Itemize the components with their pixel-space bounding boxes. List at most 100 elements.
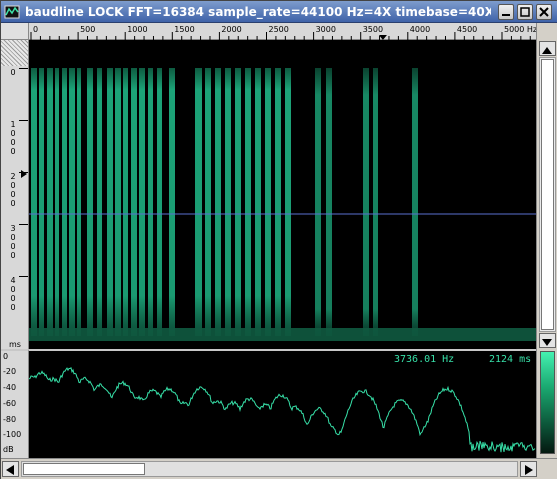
ruler-corner-right — [536, 23, 557, 40]
scroll-up-button[interactable] — [539, 41, 556, 56]
maximize-icon — [520, 7, 530, 17]
frequency-label: 2500 — [268, 25, 289, 34]
color-gradient — [540, 351, 555, 454]
db-label: dB — [3, 445, 14, 454]
spectrogram-band — [195, 68, 202, 336]
time-tick — [19, 172, 28, 173]
frequency-label: 2000 — [221, 25, 242, 34]
spectrogram-band — [62, 68, 67, 336]
spectrogram-band — [97, 68, 102, 336]
time-tick — [19, 276, 28, 277]
spectrogram-canvas — [29, 68, 536, 341]
spectrogram-band — [131, 68, 137, 336]
db-label: -100 — [3, 430, 22, 439]
spectrum-graph[interactable]: 3736.01 Hz 2124 ms — [29, 349, 536, 458]
frequency-label: 1000 — [127, 25, 148, 34]
scroll-left-button[interactable] — [2, 461, 19, 477]
time-readout: 2124 ms — [489, 354, 532, 365]
frequency-readout: 3736.01 Hz — [394, 354, 455, 365]
time-ruler[interactable]: ms 0 1000 2000 3000 4000 — [1, 66, 29, 349]
ruler-corner — [1, 23, 29, 40]
spectrogram-band — [169, 68, 175, 336]
spectrogram-band — [215, 68, 221, 336]
spectrogram-band — [148, 68, 153, 336]
db-label: 0 — [3, 352, 9, 361]
spectrogram-band — [235, 68, 241, 336]
spectrogram-band — [107, 68, 113, 336]
spectrogram-band — [69, 68, 75, 336]
time-label: 3000 — [10, 224, 16, 260]
spectrogram-noise-floor — [29, 328, 536, 341]
frequency-label: 1500 — [174, 25, 195, 34]
spectrogram-band — [55, 68, 59, 336]
time-tick — [19, 224, 28, 225]
frequency-label: 0 — [33, 25, 39, 34]
minimize-icon — [502, 14, 510, 16]
vertical-scroll-track[interactable] — [539, 57, 556, 332]
spectrogram-band — [123, 68, 128, 336]
spectrogram-band — [373, 68, 378, 336]
spectrogram-band — [326, 68, 332, 336]
frequency-label: 3500 — [362, 25, 384, 34]
frequency-label: 5000 Hz — [504, 25, 538, 34]
vertical-scrollbar[interactable] — [536, 40, 557, 349]
spectrogram-band — [115, 68, 121, 336]
frequency-label: 3000 — [315, 25, 336, 34]
arrow-right-icon — [525, 465, 533, 475]
time-tick — [19, 68, 28, 69]
close-button[interactable] — [536, 4, 552, 20]
hatched-margin — [1, 40, 29, 66]
spectrogram-band — [31, 68, 37, 336]
baudline-app-icon[interactable] — [4, 4, 20, 20]
horizontal-scrollbar[interactable] — [1, 458, 557, 479]
arrow-down-icon — [542, 339, 552, 346]
spectrogram-band — [315, 68, 321, 336]
time-ruler-unit: ms — [9, 340, 21, 349]
spectrogram-band — [265, 68, 271, 336]
scroll-right-button[interactable] — [520, 461, 537, 477]
spectrogram-band — [139, 68, 145, 336]
spectrogram-display[interactable] — [29, 40, 536, 349]
vertical-scroll-thumb[interactable] — [541, 59, 554, 330]
spectrogram-band — [245, 68, 251, 336]
frequency-label: 4500 — [456, 25, 478, 34]
spectrum-trace — [29, 366, 536, 453]
spectrogram-band — [87, 68, 93, 336]
time-label: 0 — [10, 68, 16, 77]
frequency-ruler[interactable]: 0 500 1000 1500 2000 2500 3000 3500 4000 4500 5000… — [29, 23, 538, 40]
baudline-window: baudline LOCK FFT=16384 sample_rate=4410… — [0, 0, 557, 479]
minimize-button[interactable] — [498, 4, 514, 20]
spectrogram-band — [39, 68, 44, 336]
db-label: -40 — [3, 383, 17, 392]
time-label: 4000 — [10, 276, 16, 312]
db-ruler[interactable]: 0 -20 -40 -60 -80 -100 dB — [1, 349, 29, 458]
close-icon — [539, 7, 549, 17]
horizontal-scroll-track[interactable] — [21, 461, 518, 477]
spectrogram-band — [157, 68, 162, 336]
frequency-label: 500 — [80, 25, 96, 34]
spectrogram-band — [47, 68, 53, 336]
scroll-down-button[interactable] — [539, 333, 556, 348]
time-label: 2000 — [10, 172, 16, 208]
spectrogram-band — [225, 68, 231, 336]
spectrum-trace-canvas — [29, 366, 536, 453]
spectrogram-band — [255, 68, 261, 336]
horizontal-scroll-thumb[interactable] — [23, 463, 145, 475]
spectrogram-band — [275, 68, 281, 336]
spectrogram-band — [363, 68, 369, 336]
frequency-label: 4000 — [409, 25, 431, 34]
db-label: -60 — [3, 399, 17, 408]
arrow-left-icon — [6, 465, 14, 475]
db-label: -20 — [3, 367, 17, 376]
time-tick — [19, 120, 28, 121]
spectrogram-band — [77, 68, 81, 336]
arrow-up-icon — [542, 47, 552, 54]
db-label: -80 — [3, 415, 17, 424]
title-bar[interactable]: baudline LOCK FFT=16384 sample_rate=4410… — [1, 1, 557, 23]
spectrogram-band — [412, 68, 418, 336]
color-aperture-bar[interactable] — [536, 349, 557, 458]
spectrogram-band — [205, 68, 211, 336]
window-title: baudline LOCK FFT=16384 sample_rate=4410… — [25, 5, 491, 19]
time-label: 1000 — [10, 120, 16, 156]
maximize-button[interactable] — [517, 4, 533, 20]
